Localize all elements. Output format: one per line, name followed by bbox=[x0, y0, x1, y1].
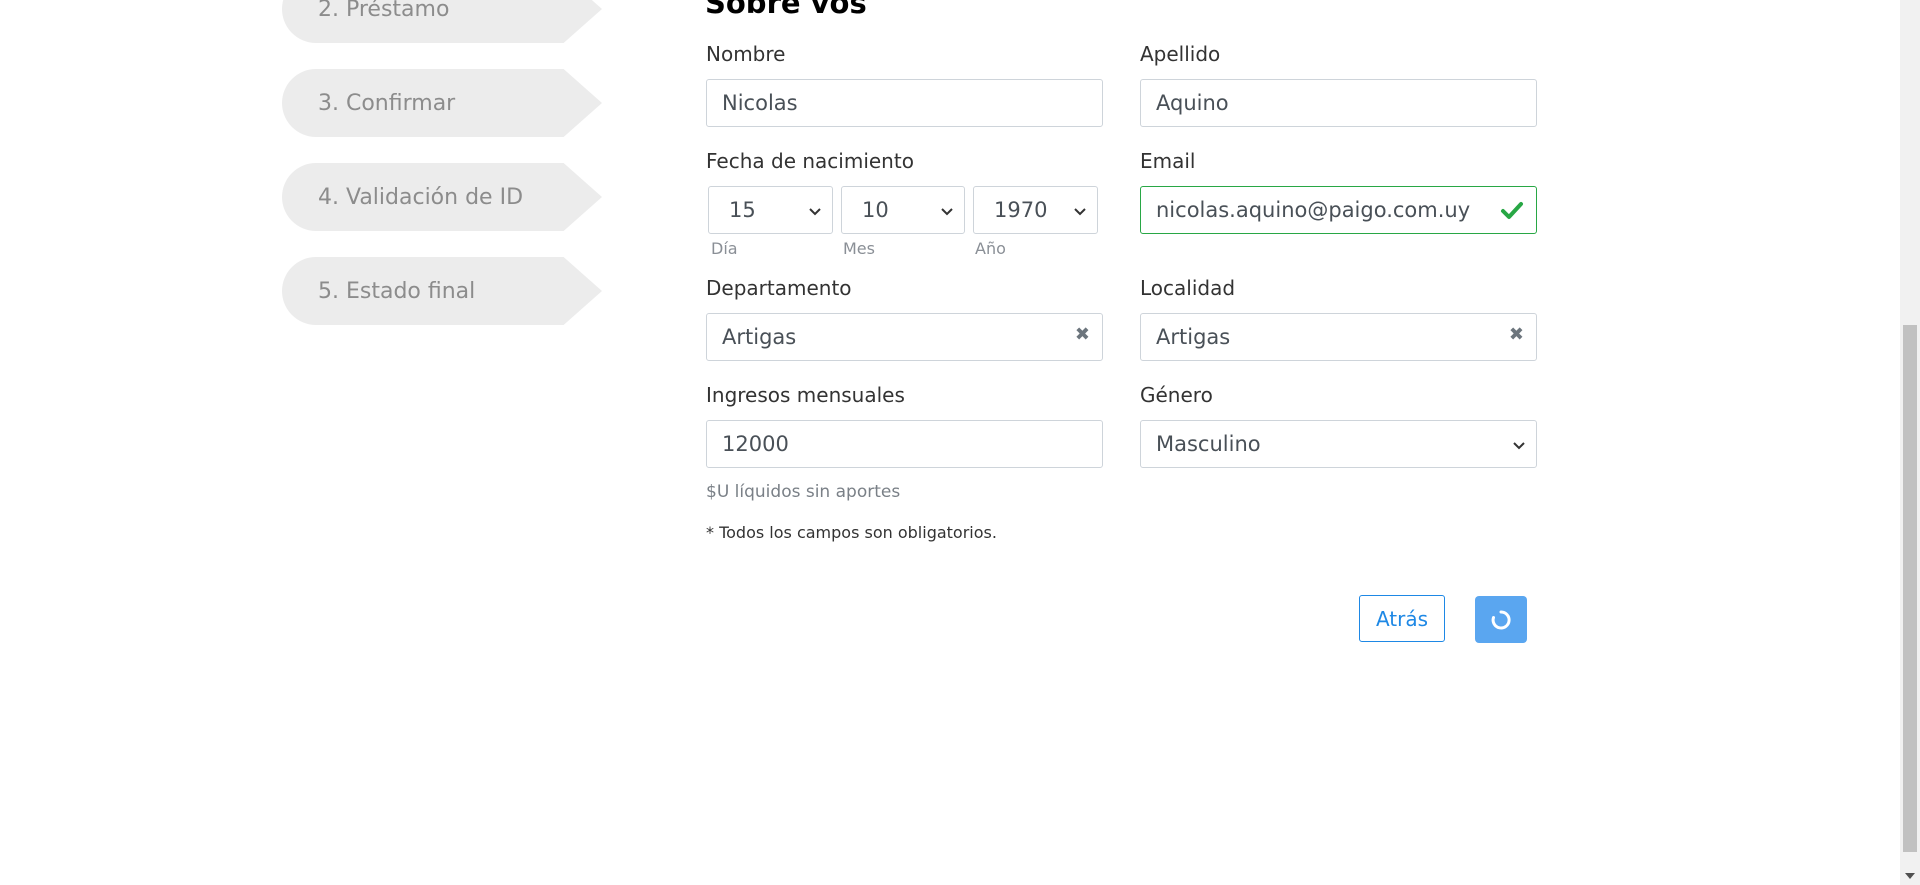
email-label: Email bbox=[1140, 149, 1196, 173]
step-prestamo[interactable]: 2. Préstamo bbox=[282, 0, 602, 43]
step-validacion-id[interactable]: 4. Validación de ID bbox=[282, 163, 602, 231]
apellido-label: Apellido bbox=[1140, 42, 1221, 66]
spinner-icon bbox=[1491, 609, 1511, 629]
scrollbar[interactable] bbox=[1900, 0, 1920, 885]
localidad-select[interactable]: Artigas ✖ bbox=[1140, 313, 1537, 361]
step-label: 5. Estado final bbox=[318, 278, 476, 304]
anio-select[interactable]: 1970 bbox=[973, 186, 1098, 234]
nombre-field[interactable] bbox=[706, 79, 1103, 127]
localidad-value: Artigas bbox=[1156, 325, 1231, 349]
required-note: * Todos los campos son obligatorios. bbox=[706, 523, 997, 542]
step-label: 4. Validación de ID bbox=[318, 184, 524, 210]
dia-select[interactable]: 15 bbox=[708, 186, 833, 234]
clear-icon[interactable]: ✖ bbox=[1509, 324, 1524, 345]
apellido-field[interactable] bbox=[1140, 79, 1537, 127]
chevron-down-icon bbox=[941, 208, 953, 216]
dia-value: 15 bbox=[729, 198, 756, 222]
step-label: 3. Confirmar bbox=[318, 90, 456, 116]
page-title: Sobre vos bbox=[705, 0, 867, 20]
back-button[interactable]: Atrás bbox=[1359, 595, 1445, 642]
check-icon bbox=[1501, 202, 1523, 219]
dia-caption: Día bbox=[711, 239, 738, 258]
step-estado-final[interactable]: 5. Estado final bbox=[282, 257, 602, 325]
chevron-down-icon bbox=[809, 208, 821, 216]
next-button[interactable] bbox=[1475, 596, 1527, 643]
departamento-value: Artigas bbox=[722, 325, 797, 349]
genero-select[interactable]: Masculino bbox=[1140, 420, 1537, 468]
anio-caption: Año bbox=[975, 239, 1006, 258]
mes-value: 10 bbox=[862, 198, 889, 222]
apellido-input[interactable] bbox=[1156, 91, 1536, 115]
nombre-input[interactable] bbox=[722, 91, 1102, 115]
step-confirmar[interactable]: 3. Confirmar bbox=[282, 69, 602, 137]
nombre-label: Nombre bbox=[706, 42, 786, 66]
step-label: 2. Préstamo bbox=[318, 0, 450, 22]
ingresos-label: Ingresos mensuales bbox=[706, 383, 905, 407]
mes-caption: Mes bbox=[843, 239, 875, 258]
scroll-down-arrow-icon[interactable] bbox=[1905, 873, 1915, 879]
email-input[interactable] bbox=[1156, 198, 1486, 222]
localidad-label: Localidad bbox=[1140, 276, 1236, 300]
chevron-down-icon bbox=[1074, 208, 1086, 216]
ingresos-hint: $U líquidos sin aportes bbox=[706, 482, 901, 502]
email-field[interactable] bbox=[1140, 186, 1537, 234]
back-button-label: Atrás bbox=[1375, 606, 1429, 631]
ingresos-input[interactable] bbox=[722, 432, 1102, 456]
scrollbar-thumb[interactable] bbox=[1903, 325, 1917, 852]
clear-icon[interactable]: ✖ bbox=[1075, 324, 1090, 345]
fecha-nacimiento-label: Fecha de nacimiento bbox=[706, 149, 914, 173]
departamento-label: Departamento bbox=[706, 276, 852, 300]
genero-value: Masculino bbox=[1156, 432, 1261, 456]
chevron-down-icon bbox=[1513, 442, 1525, 450]
ingresos-field[interactable] bbox=[706, 420, 1103, 468]
genero-label: Género bbox=[1140, 383, 1213, 407]
anio-value: 1970 bbox=[994, 198, 1048, 222]
mes-select[interactable]: 10 bbox=[841, 186, 965, 234]
departamento-select[interactable]: Artigas ✖ bbox=[706, 313, 1103, 361]
